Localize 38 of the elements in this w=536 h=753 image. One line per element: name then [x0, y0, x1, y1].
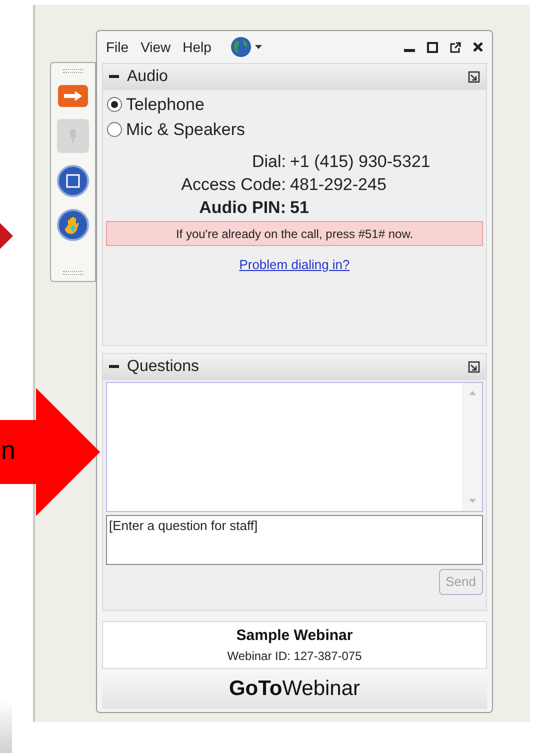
- notice-banner: If you're already on the call, press #51# now.: [106, 221, 483, 246]
- webinar-id: Webinar ID: 127-387-075: [227, 648, 362, 666]
- question-input[interactable]: [Enter a question for staff]: [106, 515, 483, 565]
- popout-icon[interactable]: [468, 361, 480, 373]
- arrow-icon: [0, 388, 100, 516]
- collapse-icon[interactable]: [109, 75, 119, 79]
- webinar-name: Sample Webinar: [236, 626, 353, 646]
- caret-icon: [255, 45, 262, 49]
- info-label: Access Code:: [180, 174, 286, 196]
- hand-icon: [65, 216, 81, 234]
- collapse-icon[interactable]: [109, 365, 119, 369]
- language-button[interactable]: [231, 37, 262, 57]
- globe-icon: [231, 37, 252, 57]
- menu-item[interactable]: Help: [182, 36, 212, 58]
- section-title: Audio: [127, 67, 169, 87]
- info-value: 51: [290, 197, 310, 219]
- radio-option[interactable]: Mic & Speakers: [107, 117, 482, 142]
- screen-share-button[interactable]: [57, 165, 89, 197]
- square-icon: [66, 174, 80, 188]
- arrow-icon: [63, 90, 83, 102]
- menu-item[interactable]: File: [106, 36, 129, 58]
- menu-item[interactable]: View: [140, 36, 171, 58]
- radio-option[interactable]: Telephone: [107, 92, 482, 117]
- arrow-button[interactable]: [58, 85, 88, 107]
- help-link[interactable]: Problem dialing in?: [239, 255, 350, 274]
- info-value: 481-292-245: [290, 174, 388, 196]
- callout-text: n: [0, 434, 16, 466]
- info-label: Dial:: [250, 151, 286, 173]
- info-label: Audio PIN:: [198, 197, 286, 219]
- brand-logo: GoToWebinar: [102, 669, 487, 709]
- info-value: +1 (415) 930-5321: [290, 151, 432, 173]
- popout-icon[interactable]: [450, 42, 461, 52]
- popout-icon[interactable]: [468, 71, 480, 83]
- close-icon[interactable]: [473, 42, 483, 52]
- section-title: Questions: [127, 357, 200, 377]
- arrow-icon: [0, 223, 14, 249]
- raise-hand-button[interactable]: [57, 209, 89, 241]
- maximize-icon[interactable]: [427, 42, 438, 52]
